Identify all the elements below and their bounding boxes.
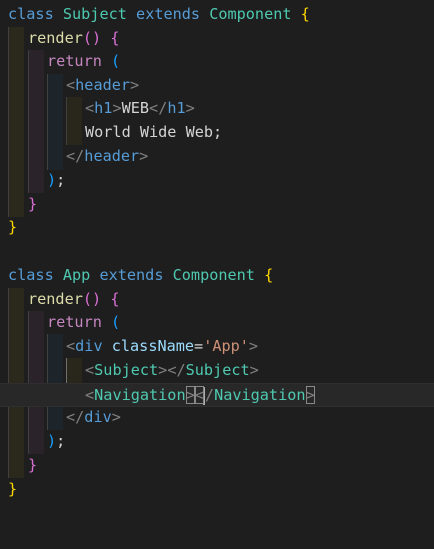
keyword: extends (99, 266, 164, 284)
class-name: Subject (62, 5, 127, 23)
keyword: class (8, 266, 54, 284)
code-line[interactable]: return ( (0, 50, 434, 74)
code-line[interactable]: } (0, 216, 434, 240)
code-line[interactable]: <Subject></Subject> (0, 359, 434, 383)
jsx-text: WEB (121, 99, 150, 117)
tag-punctuation: < (66, 337, 76, 355)
bracket: { (300, 5, 310, 23)
jsx-component-tag: Subject (185, 361, 250, 379)
tag-punctuation: > (248, 337, 259, 355)
bracket: ( (111, 52, 121, 70)
code-line-current[interactable]: <Navigation></Navigation> (0, 383, 434, 407)
code-line[interactable]: class App extends Component { (0, 264, 434, 288)
code-line[interactable]: } (0, 193, 434, 217)
tag-punctuation: / (204, 386, 215, 404)
bracket: { (110, 29, 120, 47)
tag-punctuation: </ (66, 147, 85, 165)
code-line[interactable]: render() { (0, 27, 434, 51)
tag-punctuation: < (85, 361, 95, 379)
tag-punctuation: > (185, 99, 195, 117)
tag-punctuation: </ (149, 99, 168, 117)
jsx-tag: div (84, 408, 112, 426)
code-line[interactable]: } (0, 478, 434, 502)
tag-punctuation: </ (167, 361, 186, 379)
jsx-tag: h1 (167, 99, 186, 117)
base-class: Component (209, 5, 292, 23)
code-line[interactable]: return ( (0, 311, 434, 335)
code-line[interactable]: <h1>WEB</h1> (0, 97, 434, 121)
keyword-return: return (47, 313, 102, 331)
jsx-component-tag: Navigation (214, 386, 306, 404)
code-line[interactable]: render() { (0, 288, 434, 312)
bracket: } (28, 456, 38, 474)
tag-punctuation: < (85, 99, 95, 117)
tag-punctuation: > (249, 361, 259, 379)
tag-punctuation: > (158, 361, 168, 379)
tag-punctuation: </ (66, 408, 85, 426)
code-line[interactable]: <header> (0, 74, 434, 98)
bracket: ) (47, 171, 57, 189)
keyword: extends (136, 5, 201, 23)
code-line[interactable]: ); (0, 430, 434, 454)
class-name: App (62, 266, 91, 284)
semicolon: ; (56, 432, 66, 450)
code-line[interactable]: </header> (0, 145, 434, 169)
code-line[interactable]: class Subject extends Component { (0, 3, 434, 27)
tag-punctuation: < (66, 76, 76, 94)
semicolon: ; (56, 171, 66, 189)
method-name: render (28, 29, 83, 47)
code-line[interactable]: <div className='App'> (0, 335, 434, 359)
bracket: } (8, 218, 18, 236)
jsx-tag: div (75, 337, 103, 355)
jsx-tag: header (84, 147, 140, 165)
keyword-return: return (47, 52, 102, 70)
tag-punctuation: > (111, 408, 121, 426)
bracket: ) (47, 432, 57, 450)
jsx-tag: h1 (94, 99, 113, 117)
equals-sign: = (194, 337, 204, 355)
bracket: ( (111, 313, 121, 331)
tag-punctuation: > (139, 147, 149, 165)
string-literal: 'App' (203, 337, 249, 355)
code-line[interactable]: </div> (0, 406, 434, 430)
jsx-component-tag: Navigation (94, 386, 186, 404)
method-name: render (28, 290, 83, 308)
jsx-attribute: className (111, 337, 195, 355)
tag-punctuation: > (185, 386, 195, 404)
bracket: { (264, 266, 274, 284)
tag-punctuation: > (130, 76, 140, 94)
jsx-text: World Wide Web; (85, 123, 223, 141)
jsx-tag: header (75, 76, 131, 94)
code-line[interactable]: } (0, 454, 434, 478)
jsx-component-tag: Subject (94, 361, 159, 379)
tag-punctuation: > (305, 386, 315, 404)
tag-punctuation: < (85, 386, 95, 404)
bracket: () (82, 290, 102, 308)
base-class: Component (172, 266, 255, 284)
keyword: class (8, 5, 54, 23)
bracket: { (110, 290, 120, 308)
bracket: () (82, 29, 102, 47)
bracket: } (28, 195, 38, 213)
bracket: } (8, 480, 18, 498)
code-line[interactable]: ); (0, 169, 434, 193)
tag-punctuation: > (112, 99, 122, 117)
code-line[interactable]: World Wide Web; (0, 121, 434, 145)
code-editor[interactable]: class Subject extends Component { render… (0, 0, 434, 505)
